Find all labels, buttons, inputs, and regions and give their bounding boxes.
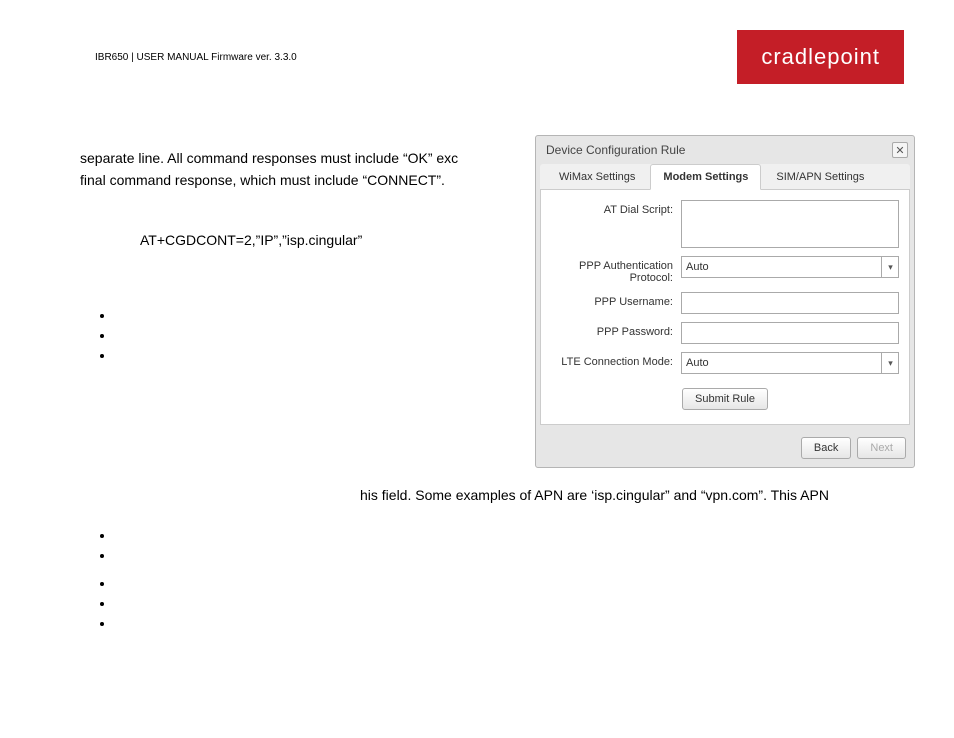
lte-connection-mode-select[interactable]: Auto ▾: [681, 352, 899, 374]
close-button[interactable]: ✕: [892, 142, 908, 158]
lte-connection-mode-label: LTE Connection Mode:: [551, 352, 681, 368]
submit-rule-button[interactable]: Submit Rule: [682, 388, 768, 410]
tab-wimax-settings[interactable]: WiMax Settings: [546, 164, 648, 189]
ppp-password-label: PPP Password:: [551, 322, 681, 338]
ppp-username-label: PPP Username:: [551, 292, 681, 308]
at-command-example: AT+CGDCONT=2,”IP”,”isp.cingular”: [140, 230, 362, 251]
modem-settings-panel: AT Dial Script: PPP Authentication Proto…: [540, 190, 910, 425]
at-dial-script-input[interactable]: [681, 200, 899, 248]
header-product-line: IBR650 | USER MANUAL Firmware ver. 3.3.0: [95, 52, 297, 63]
lte-connection-mode-value: Auto: [681, 352, 899, 374]
body-text-line-3: his field. Some examples of APN are ‘isp…: [360, 485, 920, 506]
next-button[interactable]: Next: [857, 437, 906, 459]
tab-sim-apn-settings[interactable]: SIM/APN Settings: [763, 164, 877, 189]
body-text-line-2: final command response, which must inclu…: [80, 170, 510, 191]
device-config-dialog: Device Configuration Rule ✕ WiMax Settin…: [535, 135, 915, 468]
ppp-auth-protocol-select[interactable]: Auto ▾: [681, 256, 899, 278]
ppp-auth-protocol-label: PPP Authentication Protocol:: [551, 256, 681, 284]
back-button[interactable]: Back: [801, 437, 851, 459]
tab-bar: WiMax Settings Modem Settings SIM/APN Se…: [540, 164, 910, 190]
ppp-password-input[interactable]: [681, 322, 899, 344]
dialog-title: Device Configuration Rule: [546, 143, 685, 157]
body-text-line-1: separate line. All command responses mus…: [80, 148, 510, 169]
ppp-auth-protocol-value: Auto: [681, 256, 899, 278]
at-dial-script-label: AT Dial Script:: [551, 200, 681, 216]
ppp-username-input[interactable]: [681, 292, 899, 314]
close-icon: ✕: [895, 144, 904, 157]
brand-logo: cradlepoint: [737, 30, 904, 84]
tab-modem-settings[interactable]: Modem Settings: [650, 164, 761, 190]
